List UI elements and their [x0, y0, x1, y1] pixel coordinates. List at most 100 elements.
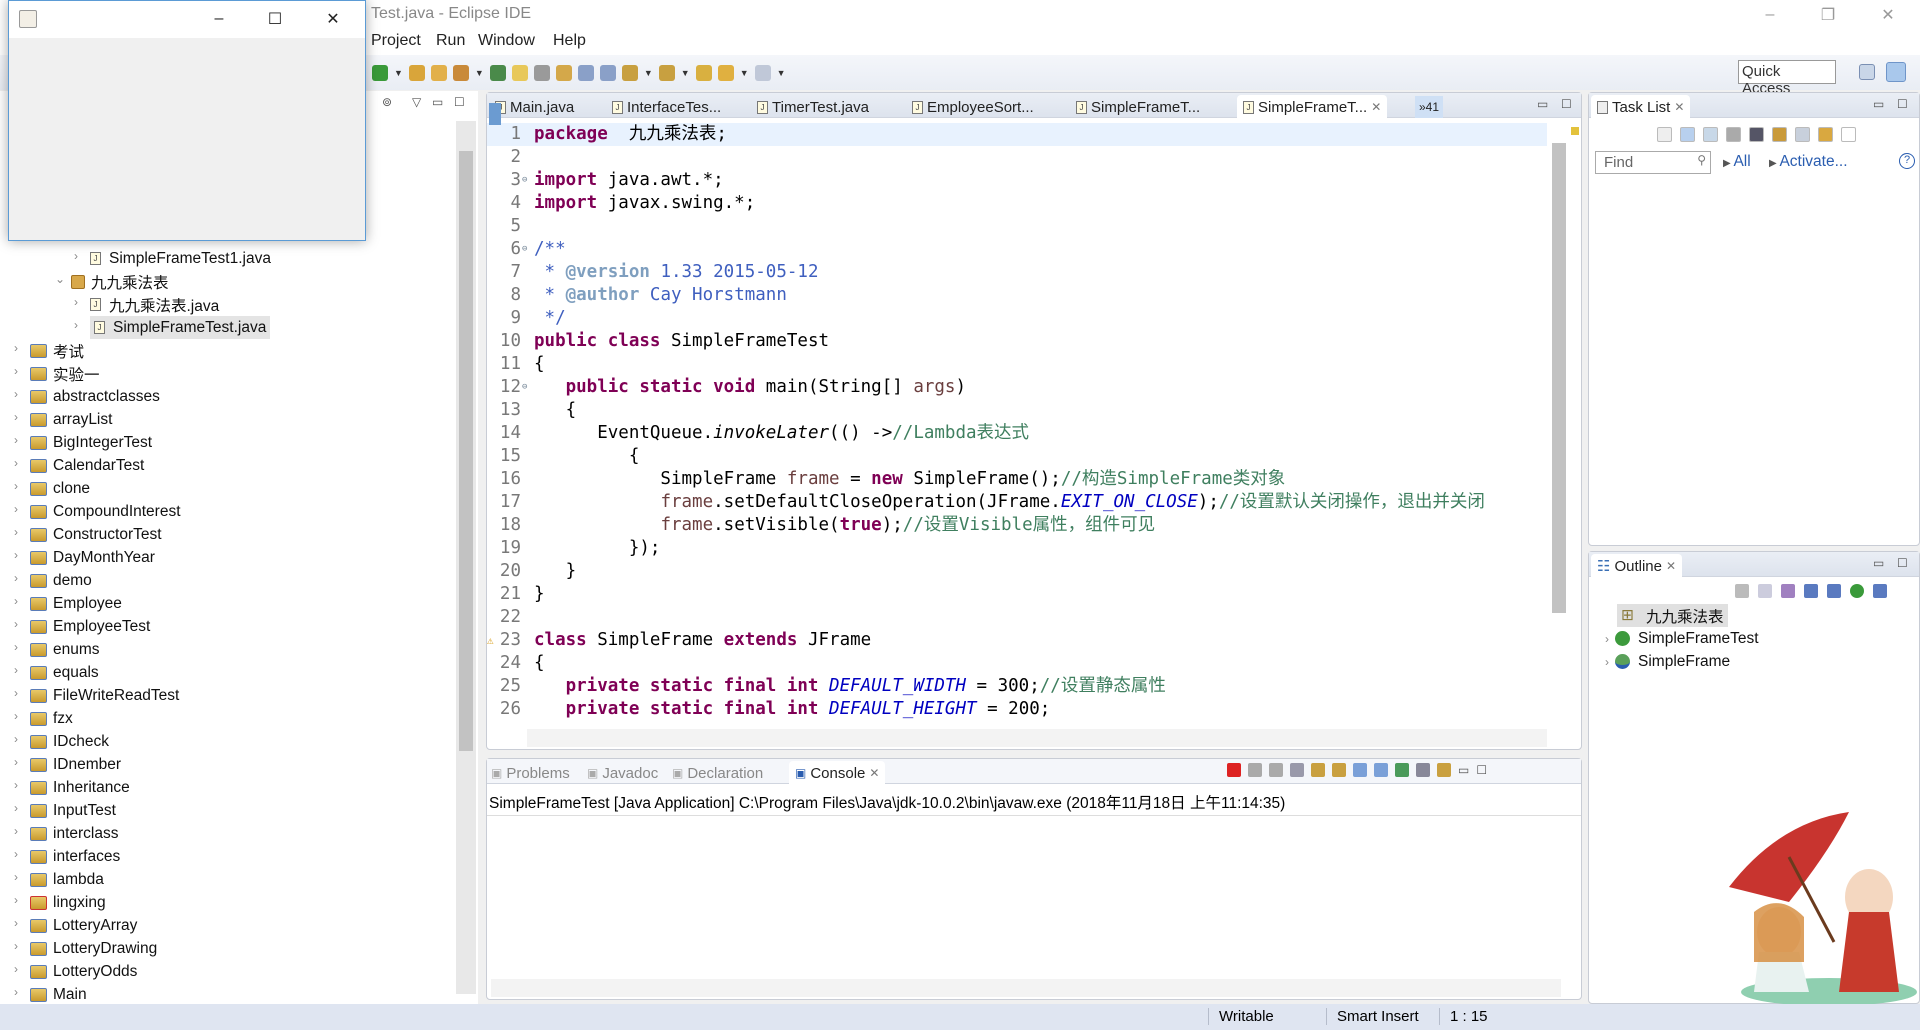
all-link[interactable]: ▶ All — [1723, 153, 1751, 171]
help-icon[interactable]: ? — [1899, 153, 1915, 169]
minimize-view-icon[interactable]: ▭ — [1873, 556, 1884, 570]
chevron-right-icon[interactable]: › — [1605, 632, 1609, 646]
word-wrap-icon[interactable] — [1332, 763, 1346, 777]
clear-console-icon[interactable] — [1290, 763, 1304, 777]
close-icon[interactable]: ✕ — [1674, 100, 1684, 114]
help-icon[interactable] — [489, 64, 506, 81]
quick-access-input[interactable]: Quick Access — [1738, 60, 1836, 97]
tool-icon[interactable] — [533, 64, 550, 81]
tree-item[interactable]: Inheritance — [30, 776, 130, 799]
tree-item[interactable]: enums — [30, 638, 100, 661]
chevron-right-icon[interactable]: › — [74, 318, 78, 332]
frame-close-button[interactable]: ✕ — [305, 4, 361, 34]
restore-button[interactable]: ❐ — [1800, 0, 1856, 30]
chevron-right-icon[interactable]: › — [14, 847, 18, 861]
outline-item-simpleframetest[interactable]: › SimpleFrameTest — [1605, 627, 1759, 650]
chevron-right-icon[interactable]: › — [14, 801, 18, 815]
sort-icon[interactable] — [1781, 584, 1795, 598]
tree-item[interactable]: CalendarTest — [30, 454, 144, 477]
back-icon[interactable] — [717, 64, 734, 81]
chevron-right-icon[interactable]: › — [14, 548, 18, 562]
console-vscrollbar[interactable] — [1561, 817, 1579, 977]
editor-tab[interactable]: J TimerTest.java — [757, 96, 869, 118]
chevron-right-icon[interactable]: › — [14, 525, 18, 539]
tree-item[interactable]: equals — [30, 661, 99, 684]
categorized-icon[interactable] — [1680, 127, 1695, 142]
prev-annotation-icon[interactable] — [658, 64, 675, 81]
chevron-right-icon[interactable]: › — [14, 502, 18, 516]
forward-icon[interactable] — [754, 64, 771, 81]
tree-item[interactable]: LotteryDrawing — [30, 937, 157, 960]
tab-problems[interactable]: ▣ Problems — [491, 762, 570, 784]
chevron-right-icon[interactable]: › — [14, 778, 18, 792]
frame-minimize-button[interactable]: – — [191, 4, 247, 34]
tree-item[interactable]: interfaces — [30, 845, 120, 868]
show-on-stderr-icon[interactable] — [1374, 763, 1388, 777]
tree-item[interactable]: fzx — [30, 707, 73, 730]
frame-maximize-button[interactable]: ☐ — [247, 4, 303, 34]
tree-item[interactable]: IDcheck — [30, 730, 109, 753]
tree-item[interactable]: 九九乘法表 — [71, 270, 169, 293]
view-menu-icon[interactable] — [1896, 584, 1910, 598]
chevron-right-icon[interactable]: › — [14, 433, 18, 447]
chevron-right-icon[interactable]: › — [14, 640, 18, 654]
menu-project[interactable]: Project — [371, 32, 421, 50]
synchronize-icon[interactable] — [1818, 127, 1833, 142]
pin-console-icon[interactable] — [1395, 763, 1409, 777]
maximize-view-icon[interactable]: ☐ — [1897, 97, 1908, 111]
console-hscrollbar[interactable] — [491, 979, 1561, 997]
tree-item[interactable]: CompoundInterest — [30, 500, 181, 523]
chevron-right-icon[interactable]: › — [14, 939, 18, 953]
hide-static-icon[interactable] — [1827, 584, 1841, 598]
tree-item[interactable]: LotteryArray — [30, 914, 137, 937]
next-annotation-icon[interactable] — [621, 64, 638, 81]
remove-all-icon[interactable] — [1269, 763, 1283, 777]
dropdown-arrow-icon[interactable]: ▼ — [475, 68, 484, 78]
link-editor-icon[interactable] — [1735, 584, 1749, 598]
chevron-right-icon[interactable]: › — [14, 594, 18, 608]
chevron-right-icon[interactable]: › — [14, 824, 18, 838]
open-console-icon[interactable] — [1437, 763, 1451, 777]
block-icon[interactable] — [577, 64, 594, 81]
tree-item[interactable]: J 九九乘法表.java — [90, 293, 219, 316]
find-input[interactable]: Find ⚲ — [1595, 151, 1711, 174]
fold-icon[interactable]: ⊖ — [522, 169, 527, 192]
terminate-icon[interactable] — [1227, 763, 1241, 777]
more-tabs-button[interactable]: »41 — [1415, 96, 1444, 118]
fold-icon[interactable]: ⊖ — [522, 238, 527, 261]
tree-item[interactable]: EmployeeTest — [30, 615, 150, 638]
annotation-icon[interactable] — [555, 64, 572, 81]
chevron-right-icon[interactable]: › — [14, 341, 18, 355]
scrollbar-thumb[interactable] — [459, 151, 473, 751]
editor-tab[interactable]: JMain.java — [495, 96, 574, 118]
minimize-button[interactable]: – — [1742, 0, 1798, 30]
editor-tab[interactable]: J SimpleFrameT... ✕ — [1237, 95, 1388, 119]
open-file-icon[interactable] — [430, 64, 447, 81]
chevron-right-icon[interactable]: › — [14, 479, 18, 493]
tree-item[interactable]: abstractclasses — [30, 385, 160, 408]
editor-tab[interactable]: J SimpleFrameT... — [1076, 96, 1200, 118]
open-project-icon[interactable] — [408, 64, 425, 81]
tree-item[interactable]: lingxing — [30, 891, 106, 914]
tree-item[interactable]: FileWriteReadTest — [30, 684, 179, 707]
editor-tab[interactable]: J EmployeeSort... — [912, 96, 1034, 118]
tree-item[interactable]: Main — [30, 983, 87, 1006]
maximize-editor-icon[interactable]: ☐ — [1561, 97, 1572, 111]
maximize-view-icon[interactable]: ☐ — [1476, 763, 1487, 777]
chevron-right-icon[interactable]: › — [14, 663, 18, 677]
tree-item[interactable]: 考试 — [30, 339, 84, 362]
chevron-right-icon[interactable]: › — [14, 985, 18, 999]
chevron-right-icon[interactable]: › — [14, 893, 18, 907]
close-icon[interactable]: ✕ — [1371, 100, 1381, 114]
dropdown-arrow-icon[interactable]: ▼ — [394, 68, 403, 78]
dropdown-arrow-icon[interactable]: ▼ — [681, 68, 690, 78]
minimize-view-icon[interactable]: ▭ — [1458, 763, 1469, 777]
highlight-icon[interactable] — [511, 64, 528, 81]
close-button[interactable]: ✕ — [1860, 0, 1916, 30]
tab-outline[interactable]: ☷ Outline ✕ — [1591, 554, 1683, 578]
wand-icon[interactable] — [452, 64, 469, 81]
hide-local-types-icon[interactable] — [1873, 584, 1887, 598]
code-area[interactable]: 1 package 九九乘法表; 2 3 ⊖ import java.awt.*; 4 imp… — [487, 119, 1547, 724]
view-menu-icon[interactable] — [1841, 127, 1856, 142]
chevron-right-icon[interactable]: › — [14, 732, 18, 746]
